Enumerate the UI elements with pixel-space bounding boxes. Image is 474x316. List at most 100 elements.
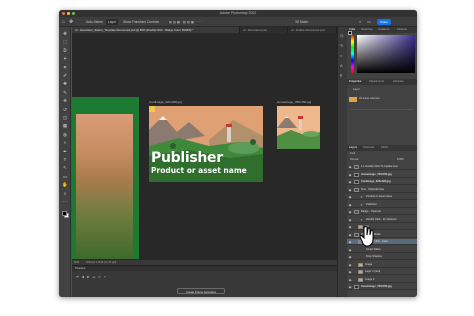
hue-slider[interactable]: [351, 35, 354, 73]
magic-wand-icon[interactable]: ✦: [62, 56, 68, 61]
layer-row[interactable]: ◉ Badge - Optional: [347, 209, 417, 215]
layer-row[interactable]: ◉ T Double Click - for Optional: [347, 217, 417, 223]
publisher-subtitle[interactable]: Product or asset name: [151, 166, 247, 175]
layer-row[interactable]: ◉ T Publisher: [347, 202, 417, 208]
more-icon[interactable]: ···: [62, 199, 68, 204]
layer-row[interactable]: ◉ Homeimage_780x780.jpg: [347, 172, 417, 178]
create-frame-animation-button[interactable]: Create Frame Animation: [177, 288, 225, 294]
layer-row[interactable]: ◉ Image: [347, 262, 417, 268]
type-icon[interactable]: T: [62, 157, 68, 162]
history-brush-icon[interactable]: ↺: [62, 107, 68, 112]
library-item-label[interactable]: All areas selected: [359, 97, 379, 100]
tab-swatches[interactable]: Swatches: [361, 27, 373, 33]
eraser-icon[interactable]: ◫: [62, 115, 68, 120]
blur-icon[interactable]: ◍: [62, 132, 68, 137]
hand-icon[interactable]: ✋: [62, 182, 68, 187]
visibility-eye-icon[interactable]: ◉: [348, 203, 352, 207]
gradient-icon[interactable]: ▦: [62, 123, 68, 128]
tab-libraries[interactable]: Libraries: [393, 79, 403, 85]
visibility-eye-icon[interactable]: ◉: [348, 218, 352, 222]
marquee-icon[interactable]: ⬚: [62, 39, 68, 44]
visibility-eye-icon[interactable]: ◉: [348, 180, 352, 184]
layer-row[interactable]: ◉Photoshop Mode: [347, 232, 417, 238]
visibility-eye-icon[interactable]: ◉: [348, 188, 352, 192]
move-tool-icon[interactable]: ✥: [69, 17, 73, 27]
adjustments-icon[interactable]: ◐: [340, 53, 342, 58]
shape-icon[interactable]: ▭: [62, 174, 68, 179]
layer-name: Image: [365, 262, 373, 266]
visibility-eye-icon[interactable]: ◉: [348, 233, 352, 237]
tab-patterns[interactable]: Patterns: [397, 27, 407, 33]
layer-row[interactable]: ◉BG: [347, 224, 417, 230]
visibility-eye-icon[interactable]: ◉: [348, 270, 352, 274]
layer-row[interactable]: ◉ Smart Filters: [347, 247, 417, 253]
visibility-eye-icon[interactable]: ◉: [348, 285, 352, 289]
properties-sliders[interactable]: [351, 109, 413, 134]
stamp-icon[interactable]: ⎈: [62, 98, 68, 103]
publisher-title[interactable]: Publisher: [151, 150, 223, 166]
layer-row[interactable]: ◉ Homeimage_780x780.jpg: [347, 284, 417, 290]
artboard-main[interactable]: Publisher Product or asset name: [149, 106, 263, 182]
character-icon[interactable]: A: [340, 63, 343, 68]
opacity-field[interactable]: 100%: [397, 157, 404, 163]
layer-row[interactable]: ◉ 1.1 Double Click To Update Icon: [347, 164, 417, 170]
visibility-eye-icon[interactable]: ◉: [348, 165, 352, 169]
move-icon[interactable]: ✥: [62, 31, 68, 36]
fg-swatch[interactable]: [348, 31, 352, 35]
artboard-green[interactable]: [72, 97, 139, 259]
visibility-eye-icon[interactable]: ◉: [348, 225, 352, 229]
pen-icon[interactable]: ✒: [62, 149, 68, 154]
layer-select-dropdown[interactable]: Layer: [106, 19, 118, 25]
align-icons[interactable]: ▤▥▦ ▧▨▩ ···: [169, 17, 203, 27]
search-icon[interactable]: ⌕: [359, 17, 361, 27]
show-transform-checkbox[interactable]: Show Transform Controls: [123, 17, 159, 27]
visibility-eye-icon[interactable]: ◉: [348, 240, 352, 244]
artboard-main-label[interactable]: Cardimage_620x328.jpg: [149, 100, 182, 104]
timeline-title[interactable]: Timeline: [72, 266, 337, 271]
3d-mode-label[interactable]: 3D Mode:: [295, 17, 309, 27]
layer-row[interactable]: ◉ T Product or asset name: [347, 194, 417, 200]
workspace-icon[interactable]: ▭: [367, 17, 371, 27]
layer-row[interactable]: ◉ Cardimage_620x328.jpg: [347, 179, 417, 185]
visibility-eye-icon[interactable]: ◉: [348, 255, 352, 259]
artboard-small[interactable]: [277, 106, 320, 149]
heal-icon[interactable]: ✚: [62, 81, 68, 86]
brush-icon[interactable]: ✎: [62, 90, 68, 95]
layer-name: Double Click - for Optional: [366, 217, 397, 221]
visibility-eye-icon[interactable]: ◉: [348, 263, 352, 267]
layer-row[interactable]: ◉ Text - Optional Area: [347, 187, 417, 193]
color-picker[interactable]: [357, 35, 415, 73]
visibility-eye-icon[interactable]: ◉: [348, 248, 352, 252]
foreground-color-swatch[interactable]: [62, 211, 67, 216]
auto-select-checkbox[interactable]: Auto-Select:: [86, 17, 103, 27]
visibility-eye-icon[interactable]: ◉: [348, 210, 352, 214]
visibility-eye-icon[interactable]: ◉: [348, 195, 352, 199]
layer-row[interactable]: ◉ Double Click - Color: [347, 239, 417, 245]
right-panels: Color Swatches Gradients Patterns Proper…: [347, 27, 417, 297]
visibility-eye-icon[interactable]: ◉: [348, 173, 352, 177]
library-item-thumb[interactable]: [349, 97, 357, 102]
home-icon[interactable]: ⌂: [62, 17, 65, 27]
tab-gradients[interactable]: Gradients: [378, 27, 390, 33]
timeline-controls[interactable]: ⏮ ◀ ▶ ⏭ ✂ ▭: [76, 275, 107, 279]
eyedropper-icon[interactable]: ✐: [62, 73, 68, 78]
artboard-small-label[interactable]: Homeimage_780x780.jpg: [277, 100, 311, 104]
layer-row[interactable]: ◉ Layer 1 (text): [347, 269, 417, 275]
tab-adjustments[interactable]: Adjustments: [369, 79, 384, 85]
layer-row[interactable]: ◉ Drop Shadow: [347, 254, 417, 260]
layer-row[interactable]: ◉ Image 0: [347, 277, 417, 283]
path-select-icon[interactable]: ↖: [62, 165, 68, 170]
brush-settings-icon[interactable]: ✎: [340, 43, 343, 48]
lasso-icon[interactable]: ᘐ: [62, 48, 68, 53]
blend-mode-dropdown[interactable]: Normal: [350, 157, 358, 163]
zoom-icon[interactable]: ⌕: [62, 191, 68, 196]
visibility-eye-icon[interactable]: ◉: [348, 278, 352, 282]
crop-icon[interactable]: ⌗: [62, 65, 68, 70]
document-canvas[interactable]: Cardimage_620x328.jpg Publisher Product …: [72, 33, 337, 260]
zoom-level[interactable]: 50%: [74, 261, 79, 264]
paragraph-icon[interactable]: ¶: [340, 73, 342, 78]
share-button[interactable]: Share: [377, 19, 391, 25]
dodge-icon[interactable]: ◗: [62, 140, 68, 145]
tab-properties[interactable]: Properties: [349, 79, 361, 85]
history-icon[interactable]: ◷: [340, 33, 344, 38]
